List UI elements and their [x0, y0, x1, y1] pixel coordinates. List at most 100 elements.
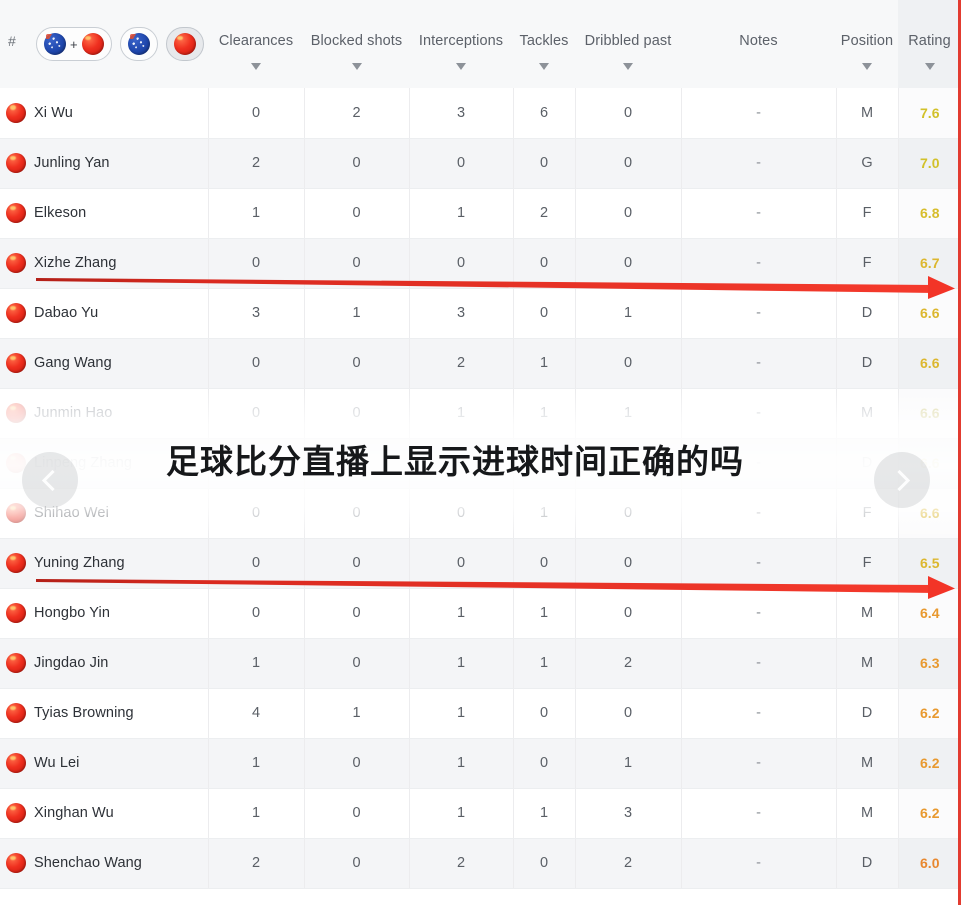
- table-row[interactable]: Xinghan Wu 1 0 1 1 3- M 6.2: [0, 788, 961, 839]
- stat-cell-clearances: 2: [207, 838, 304, 889]
- sort-caret-icon[interactable]: [862, 63, 872, 70]
- player-name-cell[interactable]: Xinghan Wu: [30, 788, 208, 839]
- notes-cell: -: [680, 88, 836, 139]
- column-header-interceptions[interactable]: Interceptions: [409, 0, 513, 88]
- table-row[interactable]: Shihao Wei 0 0 0 1 0- F 6.6: [0, 488, 961, 539]
- stat-cell-interceptions: 1: [408, 588, 513, 639]
- table-row[interactable]: Dabao Yu 3 1 3 0 1- D 6.6: [0, 288, 961, 339]
- column-header-dribbled-past[interactable]: Dribbled past: [575, 0, 681, 88]
- stat-cell-blocked-shots: 0: [303, 338, 409, 389]
- stat-cell-blocked-shots: 2: [303, 88, 409, 139]
- notes-cell: -: [680, 488, 836, 539]
- stat-cell-interceptions: 1: [408, 738, 513, 789]
- column-header-blocked-shots[interactable]: Blocked shots: [304, 0, 409, 88]
- notes-cell: -: [680, 838, 836, 889]
- blue-team-badge-icon: [44, 33, 66, 55]
- player-name-cell[interactable]: Dabao Yu: [30, 288, 208, 339]
- row-flag-cell: [0, 138, 30, 189]
- table-header: # + Clearances Blocked shots Interceptio…: [0, 0, 961, 88]
- stat-cell-dribbled-past: 0: [574, 188, 681, 239]
- red-flag-icon: [6, 353, 26, 373]
- player-name-cell[interactable]: Wu Lei: [30, 738, 208, 789]
- notes-cell: -: [680, 138, 836, 189]
- notes-cell: -: [680, 388, 836, 439]
- row-flag-cell: [0, 188, 30, 239]
- table-row[interactable]: Shenchao Wang 2 0 2 0 2- D 6.0: [0, 838, 961, 889]
- stat-cell-clearances: 0: [207, 338, 304, 389]
- table-row[interactable]: Xizhe Zhang 0 0 0 0 0- F 6.7: [0, 238, 961, 289]
- stat-cell-dribbled-past: 2: [574, 838, 681, 889]
- player-name-cell[interactable]: Xi Wu: [30, 88, 208, 139]
- row-flag-cell: [0, 688, 30, 739]
- chevron-right-icon: [888, 469, 911, 491]
- column-header-tackles[interactable]: Tackles: [513, 0, 575, 88]
- player-name-cell[interactable]: Yuning Zhang: [30, 538, 208, 589]
- player-name-cell[interactable]: Shenchao Wang: [30, 838, 208, 889]
- table-row[interactable]: Hongbo Yin 0 0 1 1 0- M 6.4: [0, 588, 961, 639]
- sort-caret-icon[interactable]: [623, 63, 633, 70]
- position-cell: F: [835, 538, 898, 589]
- position-cell: M: [835, 788, 898, 839]
- notes-cell: -: [680, 638, 836, 689]
- red-flag-icon: [6, 203, 26, 223]
- table-row[interactable]: Elkeson 1 0 1 2 0- F 6.8: [0, 188, 961, 239]
- player-name-cell[interactable]: Hongbo Yin: [30, 588, 208, 639]
- table-row[interactable]: Yuning Zhang 0 0 0 0 0- F 6.5: [0, 538, 961, 589]
- player-name: Yuning Zhang: [34, 555, 125, 571]
- stat-cell-interceptions: 1: [408, 688, 513, 739]
- sort-caret-icon[interactable]: [924, 63, 935, 70]
- table-row[interactable]: Tyias Browning 4 1 1 0 0- D 6.2: [0, 688, 961, 739]
- table-row[interactable]: Gang Wang 0 0 2 1 0- D 6.6: [0, 338, 961, 389]
- player-name-cell[interactable]: Junling Yan: [30, 138, 208, 189]
- red-flag-icon: [6, 503, 26, 523]
- player-name-cell[interactable]: Tyias Browning: [30, 688, 208, 739]
- notes-cell: -: [680, 238, 836, 289]
- red-flag-icon: [6, 102, 26, 123]
- next-slide-button[interactable]: [874, 452, 930, 508]
- player-name-cell[interactable]: Xizhe Zhang: [30, 238, 208, 289]
- sort-caret-icon[interactable]: [351, 63, 362, 70]
- both-teams-toggle[interactable]: +: [36, 27, 112, 61]
- table-row[interactable]: Xi Wu 0 2 3 6 0- M 7.6: [0, 88, 961, 139]
- stat-cell-blocked-shots: 0: [303, 638, 409, 689]
- position-cell: D: [835, 288, 898, 339]
- sort-caret-icon[interactable]: [539, 63, 549, 70]
- prev-slide-button[interactable]: [22, 452, 78, 508]
- column-header-team-filter: +: [30, 0, 208, 88]
- stat-cell-blocked-shots: 0: [303, 388, 409, 439]
- stat-cell-interceptions: 3: [408, 88, 513, 139]
- index-column-label: #: [8, 33, 16, 49]
- column-header-clearances[interactable]: Clearances: [208, 0, 304, 88]
- table-row[interactable]: Wu Lei 1 0 1 0 1- M 6.2: [0, 738, 961, 789]
- stat-cell-blocked-shots: 0: [303, 588, 409, 639]
- red-flag-icon: [6, 553, 26, 573]
- stat-cell-dribbled-past: 0: [574, 338, 681, 389]
- table-row[interactable]: Jingdao Jin 1 0 1 1 2- M 6.3: [0, 638, 961, 689]
- stat-cell-tackles: 6: [512, 88, 575, 139]
- rating-cell: 7.6: [897, 88, 961, 139]
- home-team-toggle[interactable]: [119, 27, 158, 61]
- player-name: Hongbo Yin: [34, 605, 110, 621]
- position-cell: G: [835, 138, 898, 189]
- away-team-toggle[interactable]: [165, 27, 204, 61]
- sort-caret-icon[interactable]: [251, 63, 261, 70]
- sort-caret-icon[interactable]: [456, 63, 466, 70]
- player-name-cell[interactable]: Gang Wang: [30, 338, 208, 389]
- player-name-cell[interactable]: Jingdao Jin: [30, 638, 208, 689]
- player-name: Elkeson: [34, 205, 87, 221]
- table-row[interactable]: Junling Yan 2 0 0 0 0- G 7.0: [0, 138, 961, 189]
- player-name: Wu Lei: [34, 755, 80, 771]
- row-flag-cell: [0, 338, 30, 389]
- stat-cell-interceptions: 2: [408, 338, 513, 389]
- player-name-cell[interactable]: Elkeson: [30, 188, 208, 239]
- row-flag-cell: [0, 288, 30, 339]
- column-header-rating[interactable]: Rating: [898, 0, 961, 88]
- table-row[interactable]: Junmin Hao 0 0 1 1 1- M 6.6: [0, 388, 961, 439]
- red-flag-icon: [6, 303, 26, 323]
- stat-cell-dribbled-past: 0: [574, 138, 681, 189]
- stat-cell-tackles: 2: [512, 188, 575, 239]
- player-name-cell[interactable]: Junmin Hao: [30, 388, 208, 439]
- column-header-position[interactable]: Position: [836, 0, 898, 88]
- column-label: Blocked shots: [310, 33, 403, 49]
- stat-cell-dribbled-past: 0: [574, 688, 681, 739]
